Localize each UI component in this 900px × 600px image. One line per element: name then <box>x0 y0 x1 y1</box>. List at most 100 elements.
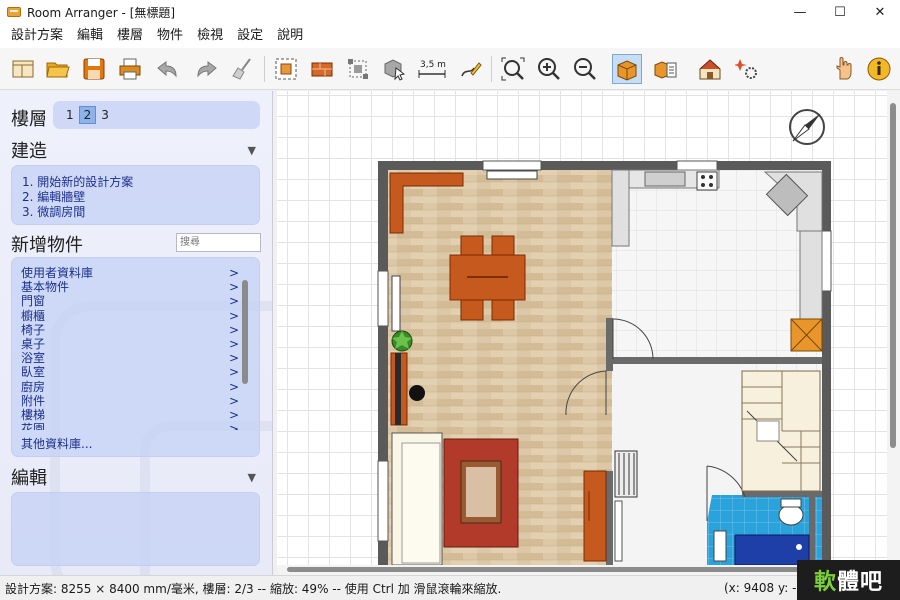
build-step-adjust-rooms[interactable]: 3. 微調房間 <box>22 205 259 220</box>
info-button[interactable] <box>864 54 894 84</box>
plant-icon <box>391 330 413 352</box>
chair <box>460 299 484 321</box>
zoom-fit-button[interactable] <box>498 54 528 84</box>
redo-arrow-icon <box>197 61 217 78</box>
category-doors-windows[interactable]: 門窗 > <box>21 294 239 308</box>
new-plan-icon <box>12 60 34 78</box>
chevron-right-icon: > <box>228 351 239 366</box>
chair <box>491 299 515 321</box>
more-databases-link[interactable]: 其他資料庫... <box>21 437 259 452</box>
move-object-button[interactable] <box>379 54 409 84</box>
floor-plan-edit-button[interactable] <box>271 54 301 84</box>
redo-button[interactable] <box>192 54 222 84</box>
watermark-logo: 軟體吧 <box>797 560 900 600</box>
zoom-out-button[interactable] <box>570 54 600 84</box>
category-accessories[interactable]: 附件 > <box>21 394 239 408</box>
wall-button[interactable] <box>307 54 337 84</box>
measure-button[interactable]: 3,5 m <box>417 54 447 84</box>
vertical-scroll-thumb[interactable] <box>890 103 896 448</box>
kitchen-counter-left <box>611 169 630 247</box>
floors-title: 樓層 <box>11 109 47 130</box>
undo-arrow-icon <box>157 61 177 78</box>
maximize-button[interactable]: ☐ <box>820 0 860 24</box>
menu-view[interactable]: 檢視 <box>190 24 230 48</box>
title-bar: Room Arranger - [無標題] — ☐ ✕ <box>0 0 900 24</box>
category-bathroom[interactable]: 浴室 > <box>21 351 239 365</box>
canvas-vertical-scrollbar[interactable] <box>887 91 900 565</box>
window-left-2 <box>377 460 389 542</box>
category-bedroom[interactable]: 臥室 > <box>21 365 239 379</box>
zoom-in-icon <box>538 58 560 80</box>
select-area-button[interactable] <box>343 54 373 84</box>
build-collapse-icon[interactable]: ▼ <box>248 144 256 157</box>
measure-label: 3,5 m <box>420 60 446 70</box>
menu-settings[interactable]: 設定 <box>230 24 270 48</box>
select-corners-icon <box>348 59 368 79</box>
category-stairs[interactable]: 樓梯 > <box>21 408 239 422</box>
pencil-icon <box>461 62 482 77</box>
brick-wall-icon <box>311 62 333 77</box>
undo-button[interactable] <box>152 54 182 84</box>
chair <box>491 235 515 257</box>
minimize-button[interactable]: — <box>780 0 820 24</box>
chevron-right-icon: > <box>228 322 239 337</box>
horizontal-scroll-thumb[interactable] <box>287 567 877 572</box>
category-chairs[interactable]: 椅子 > <box>21 323 239 337</box>
radiator-hall <box>614 500 623 562</box>
side-cabinet <box>583 470 607 562</box>
category-garden[interactable]: 花園 > <box>21 422 239 430</box>
sink <box>644 171 686 187</box>
draw-button[interactable] <box>455 54 485 84</box>
photo-3d-button[interactable] <box>733 54 763 84</box>
toilet <box>778 504 804 526</box>
category-tables[interactable]: 桌子 > <box>21 337 239 351</box>
edit-collapse-icon[interactable]: ▼ <box>248 471 256 484</box>
new-plan-button[interactable] <box>8 54 38 84</box>
floor-2-button[interactable]: 2 <box>78 106 97 124</box>
chevron-right-icon: > <box>228 408 239 423</box>
zoom-in-button[interactable] <box>534 54 564 84</box>
object-search-input[interactable] <box>176 233 261 252</box>
bath-radiator <box>713 530 727 562</box>
status-bar: 設計方案: 8255 × 8400 mm/毫米, 樓層: 2/3 -- 縮放: … <box>0 575 900 600</box>
category-cabinets[interactable]: 櫥櫃 > <box>21 309 239 323</box>
edit-box <box>11 492 260 566</box>
status-info: 設計方案: 8255 × 8400 mm/毫米, 樓層: 2/3 -- 縮放: … <box>5 581 502 596</box>
chevron-right-icon: > <box>228 379 239 394</box>
floor-selector: 1 2 3 <box>53 101 260 129</box>
canvas-horizontal-scrollbar[interactable] <box>277 565 887 575</box>
category-user-db[interactable]: 使用者資料庫 > <box>21 266 239 280</box>
chair <box>460 235 484 257</box>
menu-objects[interactable]: 物件 <box>150 24 190 48</box>
wall-kitchen-bottom <box>612 357 822 364</box>
build-step-edit-walls[interactable]: 2. 編輯牆壁 <box>22 190 259 205</box>
wall-inner-vertical-2 <box>606 471 613 565</box>
categories-scrollbar[interactable] <box>242 280 248 384</box>
menu-edit[interactable]: 編輯 <box>70 24 110 48</box>
category-kitchen[interactable]: 廚房 > <box>21 380 239 394</box>
view-2d-button[interactable] <box>612 54 642 84</box>
print-button[interactable] <box>115 54 145 84</box>
category-basic[interactable]: 基本物件 > <box>21 280 239 294</box>
close-button[interactable]: ✕ <box>860 0 900 24</box>
hand-pointer-icon <box>836 57 852 80</box>
chevron-right-icon: > <box>228 308 239 323</box>
menu-help[interactable]: 說明 <box>270 24 310 48</box>
furniture-list-button[interactable] <box>650 54 680 84</box>
window-top-left <box>482 160 542 171</box>
view-3d-button[interactable] <box>695 54 725 84</box>
menu-floor[interactable]: 樓層 <box>110 24 150 48</box>
window-kitchen <box>676 160 718 171</box>
save-button[interactable] <box>79 54 109 84</box>
pan-hand-button[interactable] <box>828 54 858 84</box>
chevron-right-icon: > <box>228 337 239 352</box>
floor-3-button[interactable]: 3 <box>97 107 113 123</box>
build-step-new-plan[interactable]: 1. 開始新的設計方案 <box>22 175 259 190</box>
clean-button[interactable] <box>228 54 258 84</box>
floor-plan-canvas[interactable] <box>277 91 887 565</box>
window-title: Room Arranger - [無標題] <box>27 5 176 20</box>
floor-1-button[interactable]: 1 <box>62 107 78 123</box>
kitchen-counter-right <box>799 230 823 320</box>
menu-design[interactable]: 設計方案 <box>4 24 70 48</box>
open-button[interactable] <box>43 54 73 84</box>
